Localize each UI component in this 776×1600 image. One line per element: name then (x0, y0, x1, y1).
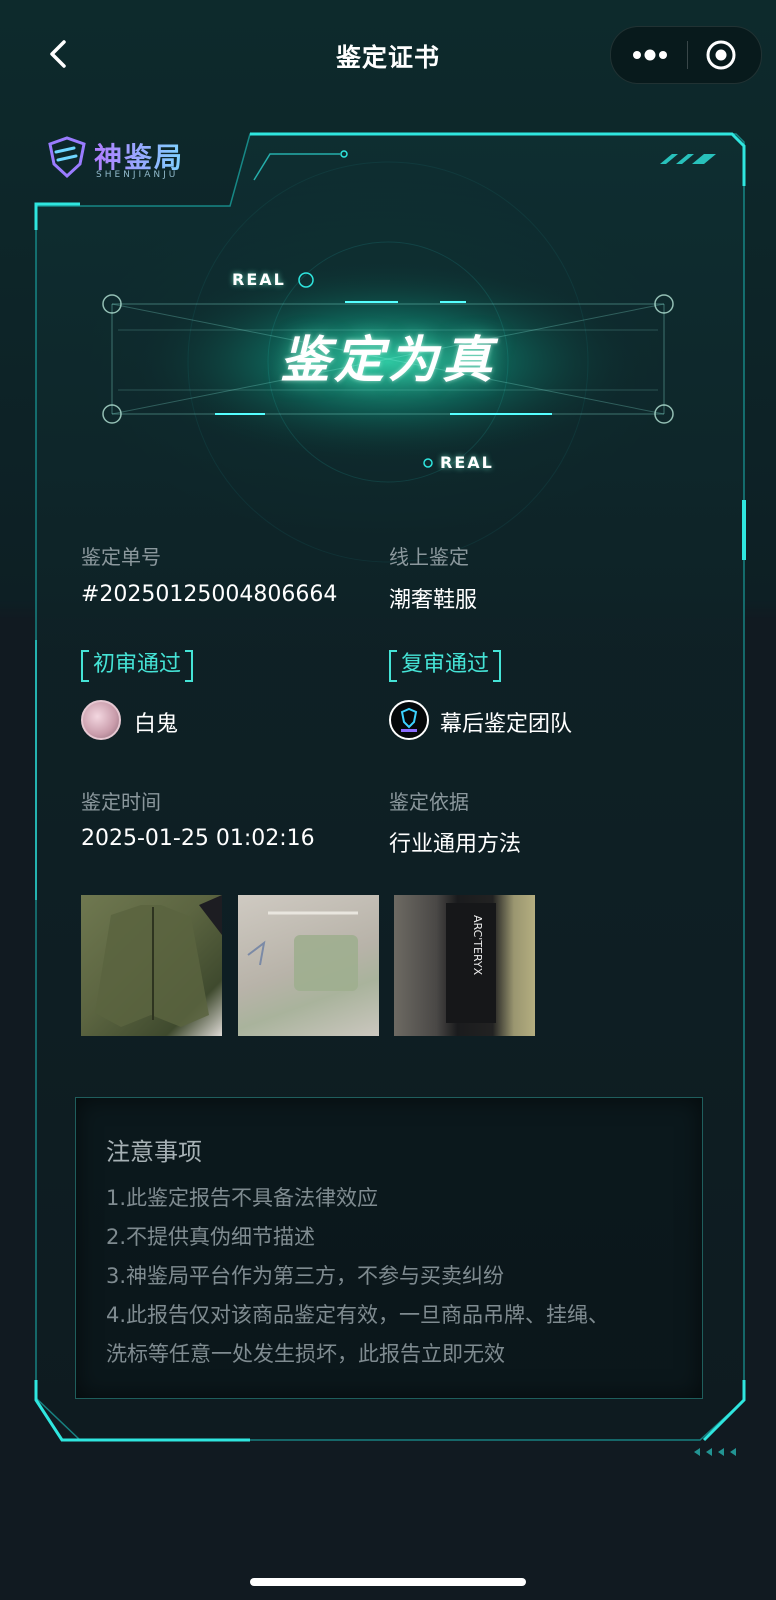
order-number-value: #20250125004806664 (81, 582, 338, 607)
target-close-icon (706, 40, 736, 70)
navigation-bar: 鉴定证书 (0, 20, 776, 90)
first-reviewer-avatar[interactable] (81, 700, 121, 740)
first-reviewer-name: 白鬼 (134, 712, 179, 737)
notice-line: 洗标等任意一处发生损坏，此报告立即无效 (106, 1342, 505, 1366)
auth-type-label: 线上鉴定 (389, 545, 469, 569)
notice-line: 2.不提供真伪细节描述 (106, 1225, 316, 1249)
brand-subtitle: SHENJIANJU (96, 170, 179, 180)
photo-thumbnail-lining[interactable] (238, 895, 379, 1036)
second-reviewer-avatar[interactable] (389, 700, 429, 740)
jacket-photo-icon (95, 895, 222, 1027)
authentication-result: 鉴定为真 (280, 331, 496, 389)
notice-line: 3.神鉴局平台作为第三方，不参与买卖纠纷 (106, 1264, 505, 1288)
brand-logo: 神鉴局 SHENJIANJU (44, 132, 204, 184)
second-review-badge: 复审通过 (389, 650, 502, 682)
notice-line: 1.此鉴定报告不具备法律效应 (106, 1186, 379, 1210)
more-button[interactable] (625, 37, 675, 73)
auth-type-value: 潮奢鞋服 (389, 588, 478, 613)
shield-logo-icon (48, 136, 86, 179)
label-photo-icon: ARC'TERYX (446, 903, 496, 1023)
first-review-badge: 初审通过 (81, 650, 194, 682)
auth-time-value: 2025-01-25 01:02:16 (81, 826, 315, 851)
notice-title: 注意事项 (106, 1138, 202, 1166)
real-tag-bottom: REAL (440, 453, 494, 472)
auth-time-label: 鉴定时间 (81, 790, 161, 814)
mini-program-capsule (610, 26, 762, 84)
team-logo-icon (400, 707, 418, 732)
photo-thumbnail-jacket[interactable] (81, 895, 222, 1036)
order-number-label: 鉴定单号 (81, 545, 161, 569)
photo-thumbnail-label[interactable]: ARC'TERYX (394, 895, 535, 1036)
inner-lining-photo-icon (247, 911, 358, 991)
second-reviewer-name: 幕后鉴定团队 (440, 712, 573, 737)
capsule-divider (687, 41, 688, 69)
auth-basis-value: 行业通用方法 (389, 832, 522, 857)
home-indicator[interactable] (250, 1578, 526, 1586)
auth-basis-label: 鉴定依据 (389, 790, 469, 814)
notice-panel: 注意事项 1.此鉴定报告不具备法律效应 2.不提供真伪细节描述 3.神鉴局平台作… (75, 1097, 703, 1399)
real-tag-top: REAL (232, 270, 286, 289)
more-dots-icon (633, 49, 667, 61)
close-button[interactable] (699, 35, 743, 75)
notice-line: 4.此报告仅对该商品鉴定有效，一旦商品吊牌、挂绳、 (106, 1303, 610, 1327)
brand-label-text: ARC'TERYX (471, 915, 484, 976)
